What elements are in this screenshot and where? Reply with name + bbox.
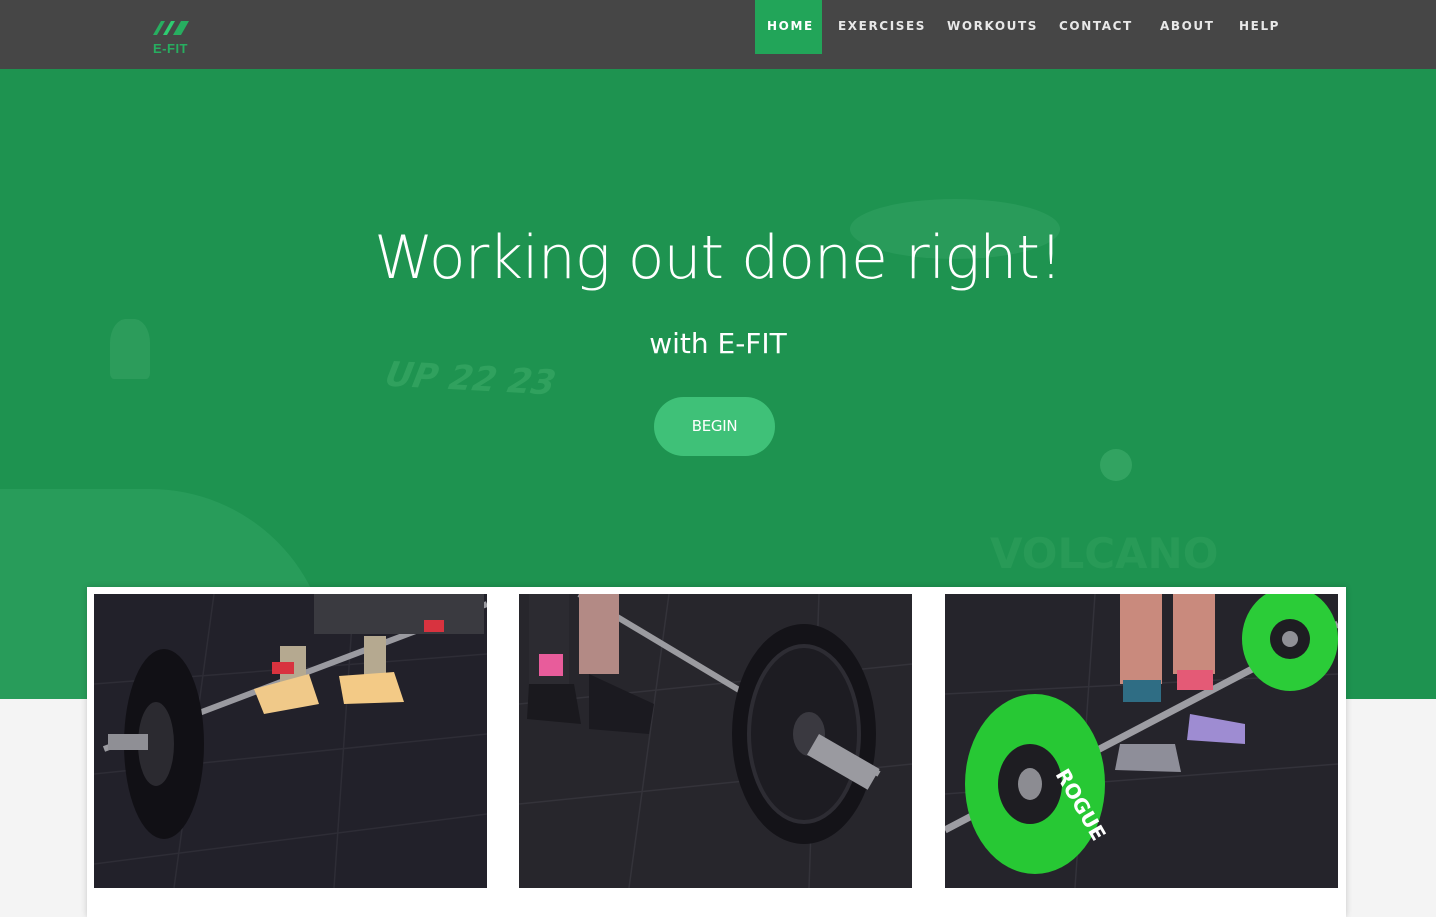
nav-home[interactable]: HOME [755,0,822,54]
card-image-barbell[interactable] [519,594,912,888]
top-navbar: E-FIT HOME EXERCISES WORKOUTS CONTACT AB… [0,0,1436,69]
hero-title: Working out done right! [374,223,1063,293]
feature-cards: ROGUE [87,587,1346,917]
nav-about[interactable]: ABOUT [1148,0,1227,54]
nav-exercises[interactable]: EXERCISES [826,0,938,54]
nav-workouts[interactable]: WORKOUTS [935,0,1050,54]
card-image-deadlift[interactable] [94,594,487,888]
nav-help[interactable]: HELP [1227,0,1292,54]
logo-text[interactable]: E-FIT [153,41,188,56]
hero-subtitle: with E-FIT [649,327,787,360]
hero-bg-shape [1100,449,1132,481]
nav-contact[interactable]: CONTACT [1047,0,1145,54]
card-image-rogue-plate[interactable]: ROGUE [945,594,1338,888]
hero-bg-text: VOLCANO [990,529,1219,578]
hero-bg-text: UP 22 23 [381,354,559,404]
begin-button[interactable]: BEGIN [654,397,775,456]
